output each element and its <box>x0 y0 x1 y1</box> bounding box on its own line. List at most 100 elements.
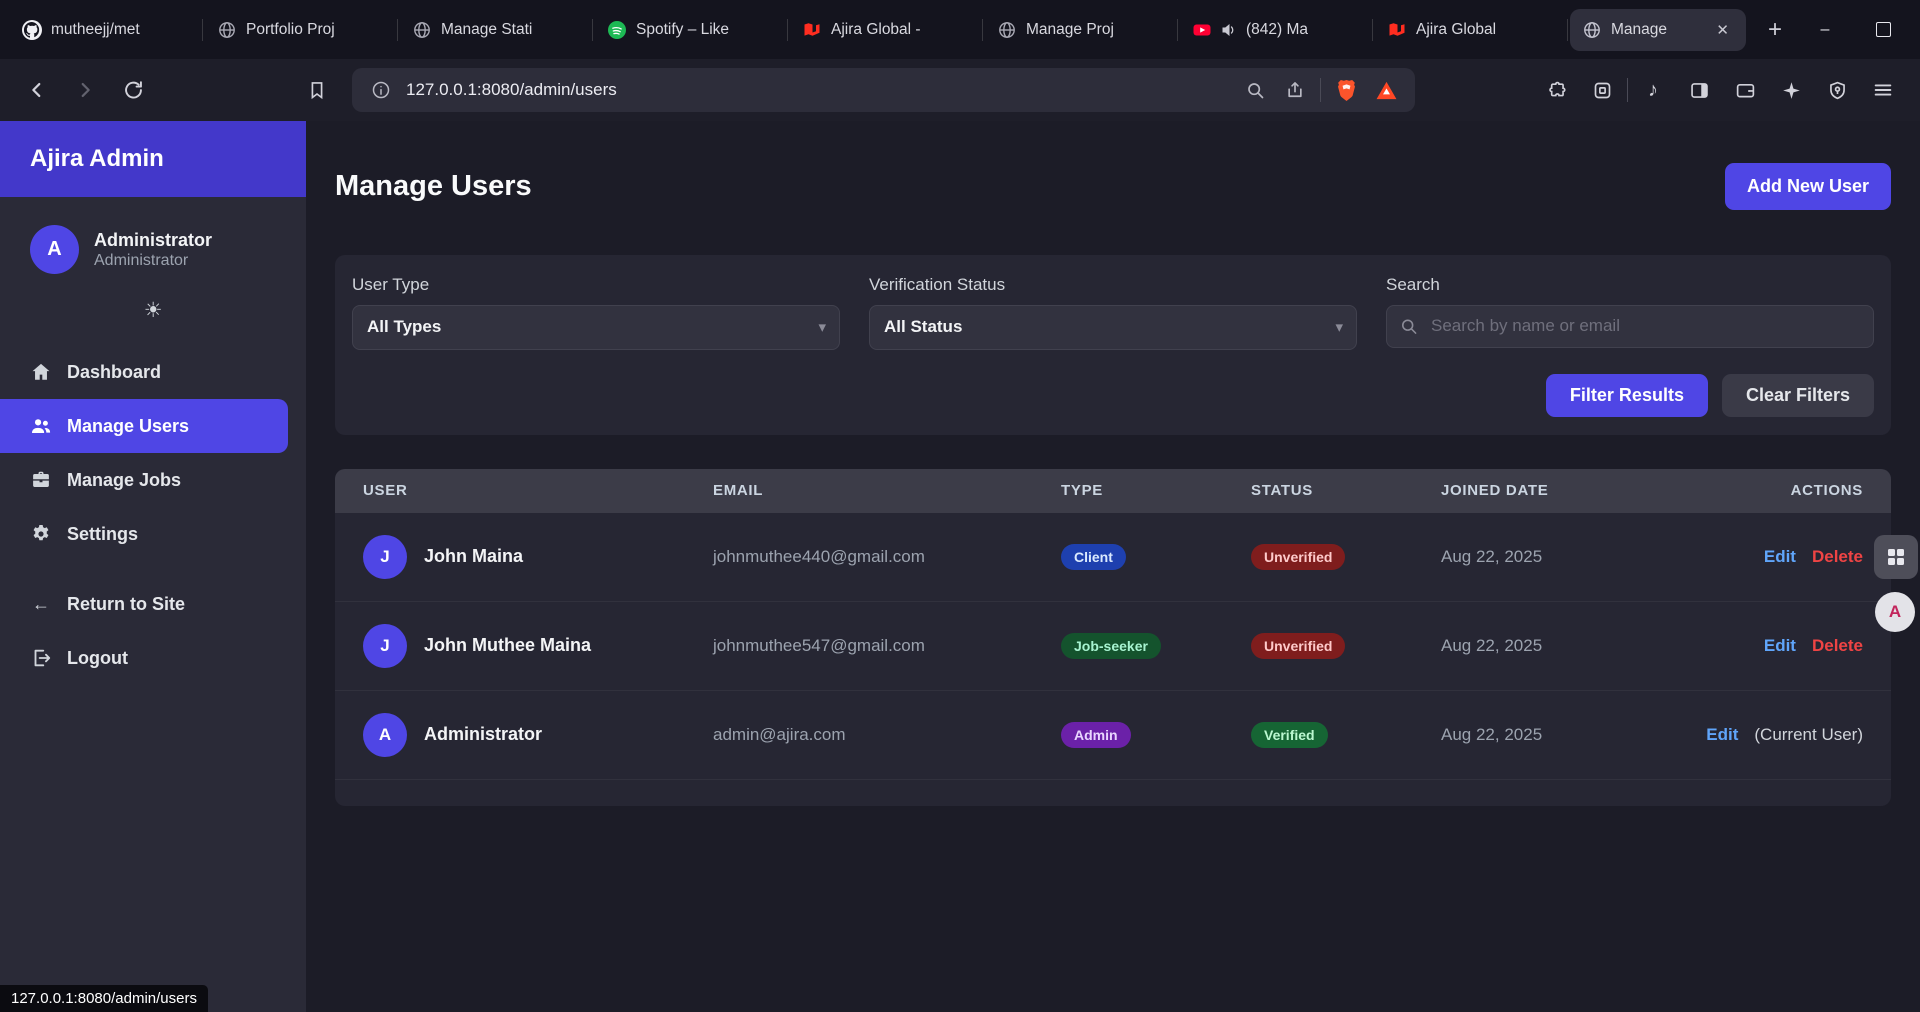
clear-filters-button[interactable]: Clear Filters <box>1722 374 1874 417</box>
tab-ajira-global-2[interactable]: Ajira Global <box>1375 9 1565 51</box>
laravel-icon <box>802 20 822 40</box>
minimize-button[interactable]: – <box>1796 0 1854 59</box>
user-cell: J John Muthee Maina <box>363 624 713 668</box>
email-cell: admin@ajira.com <box>713 725 1061 745</box>
theme-toggle-button[interactable]: ☀ <box>144 298 163 323</box>
tab-separator <box>1177 19 1178 41</box>
email-cell: johnmuthee547@gmail.com <box>713 636 1061 656</box>
brave-shield-icon[interactable] <box>1331 75 1361 105</box>
sidebar-item-manage-users[interactable]: Manage Users <box>0 399 288 453</box>
edit-link[interactable]: Edit <box>1764 547 1796 567</box>
table-row: J John Muthee Maina johnmuthee547@gmail.… <box>335 602 1891 691</box>
sidebar-item-settings[interactable]: Settings <box>0 507 306 561</box>
sidebar-item-manage-jobs[interactable]: Manage Jobs <box>0 453 306 507</box>
verification-status-label: Verification Status <box>869 275 1357 295</box>
zoom-icon[interactable] <box>1240 75 1270 105</box>
sidebar-item-label: Dashboard <box>67 362 161 383</box>
tab-label: Manage Proj <box>1026 21 1163 39</box>
sidebar-item-logout[interactable]: Logout <box>0 631 306 685</box>
tab-spotify[interactable]: Spotify – Like <box>595 9 785 51</box>
brave-rewards-icon[interactable] <box>1371 75 1401 105</box>
filter-actions: Filter Results Clear Filters <box>352 374 1874 417</box>
admin-sidebar: Ajira Admin A Administrator Administrato… <box>0 121 306 1012</box>
media-control-icon[interactable]: ♪ <box>1632 69 1674 111</box>
back-button[interactable] <box>16 69 58 111</box>
sun-icon: ☀ <box>144 299 163 322</box>
extensions-icon[interactable] <box>1535 69 1577 111</box>
tab-manage-static[interactable]: Manage Stati <box>400 9 590 51</box>
wallet-icon[interactable] <box>1724 69 1766 111</box>
toolbar-actions: ♪ <box>1535 69 1904 111</box>
globe-icon <box>412 20 432 40</box>
delete-link[interactable]: Delete <box>1812 636 1863 656</box>
sidebar-item-label: Manage Jobs <box>67 470 181 491</box>
user-name: John Muthee Maina <box>424 635 591 656</box>
tab-portfolio[interactable]: Portfolio Proj <box>205 9 395 51</box>
search-input[interactable] <box>1386 305 1874 348</box>
leo-ai-icon[interactable] <box>1770 69 1812 111</box>
type-cell: Client <box>1061 544 1251 570</box>
add-new-user-button[interactable]: Add New User <box>1725 163 1891 210</box>
user-type-select[interactable]: All Types ▾ <box>352 305 840 350</box>
menu-icon[interactable] <box>1862 69 1904 111</box>
site-info-icon[interactable] <box>366 75 396 105</box>
bookmark-button[interactable] <box>296 69 338 111</box>
globe-icon <box>1582 20 1602 40</box>
logout-icon <box>30 647 52 669</box>
type-badge: Client <box>1061 544 1126 570</box>
tab-separator <box>787 19 788 41</box>
tab-label: (842) Ma <box>1246 21 1358 39</box>
sidebar-item-return-to-site[interactable]: ← Return to Site <box>0 577 306 631</box>
page-header: Manage Users Add New User <box>335 151 1891 223</box>
users-icon <box>30 415 52 437</box>
url-text[interactable]: 127.0.0.1:8080/admin/users <box>406 80 1230 100</box>
tab-github-repo[interactable]: mutheejj/met <box>10 9 200 51</box>
edit-link[interactable]: Edit <box>1706 725 1738 745</box>
music-note-icon: ♪ <box>1648 79 1658 102</box>
filter-results-button[interactable]: Filter Results <box>1546 374 1708 417</box>
sidebar-item-label: Return to Site <box>67 594 185 615</box>
maximize-button[interactable] <box>1854 0 1912 59</box>
sidebar-item-label: Manage Users <box>67 416 189 437</box>
address-bar[interactable]: 127.0.0.1:8080/admin/users <box>352 68 1415 112</box>
tab-separator <box>397 19 398 41</box>
reload-button[interactable] <box>112 69 154 111</box>
sidebar-item-dashboard[interactable]: Dashboard <box>0 345 306 399</box>
extension-grid-widget[interactable] <box>1874 535 1918 579</box>
column-header-type: TYPE <box>1061 482 1251 499</box>
verification-status-filter: Verification Status All Status ▾ <box>869 275 1357 350</box>
verification-status-select[interactable]: All Status ▾ <box>869 305 1357 350</box>
delete-link[interactable]: Delete <box>1812 547 1863 567</box>
share-icon[interactable] <box>1280 75 1310 105</box>
divider <box>1627 78 1628 102</box>
bookmark-icon <box>307 80 327 100</box>
tab-ajira-global-1[interactable]: Ajira Global - <box>790 9 980 51</box>
avatar: A <box>30 225 79 274</box>
vpn-icon[interactable] <box>1816 69 1858 111</box>
tab-manage-projects[interactable]: Manage Proj <box>985 9 1175 51</box>
edit-link[interactable]: Edit <box>1764 636 1796 656</box>
close-tab-icon[interactable]: ✕ <box>1711 20 1734 40</box>
tab-separator <box>1372 19 1373 41</box>
filters-panel: User Type All Types ▾ Verification Statu… <box>335 255 1891 435</box>
email-cell: johnmuthee440@gmail.com <box>713 547 1061 567</box>
close-window-button[interactable]: ✕ <box>1912 0 1920 59</box>
status-badge: Unverified <box>1251 544 1345 570</box>
sidebar-toggle-icon[interactable] <box>1678 69 1720 111</box>
actions-cell: Edit Delete <box>1686 547 1863 567</box>
screenshot-icon[interactable] <box>1581 69 1623 111</box>
forward-button[interactable] <box>64 69 106 111</box>
avatar: J <box>363 535 407 579</box>
translate-widget[interactable]: A <box>1875 592 1915 632</box>
tab-manage-users-active[interactable]: Manage ✕ <box>1570 9 1746 51</box>
tab-youtube[interactable]: (842) Ma <box>1180 9 1370 51</box>
joined-date-cell: Aug 22, 2025 <box>1441 636 1686 656</box>
joined-date-cell: Aug 22, 2025 <box>1441 547 1686 567</box>
user-type-label: User Type <box>352 275 840 295</box>
status-cell: Verified <box>1251 722 1441 748</box>
laravel-icon <box>1387 20 1407 40</box>
audio-speaker-icon[interactable] <box>1221 22 1237 38</box>
sidebar-item-label: Settings <box>67 524 138 545</box>
new-tab-button[interactable]: + <box>1754 9 1796 51</box>
tab-label: Portfolio Proj <box>246 21 383 39</box>
